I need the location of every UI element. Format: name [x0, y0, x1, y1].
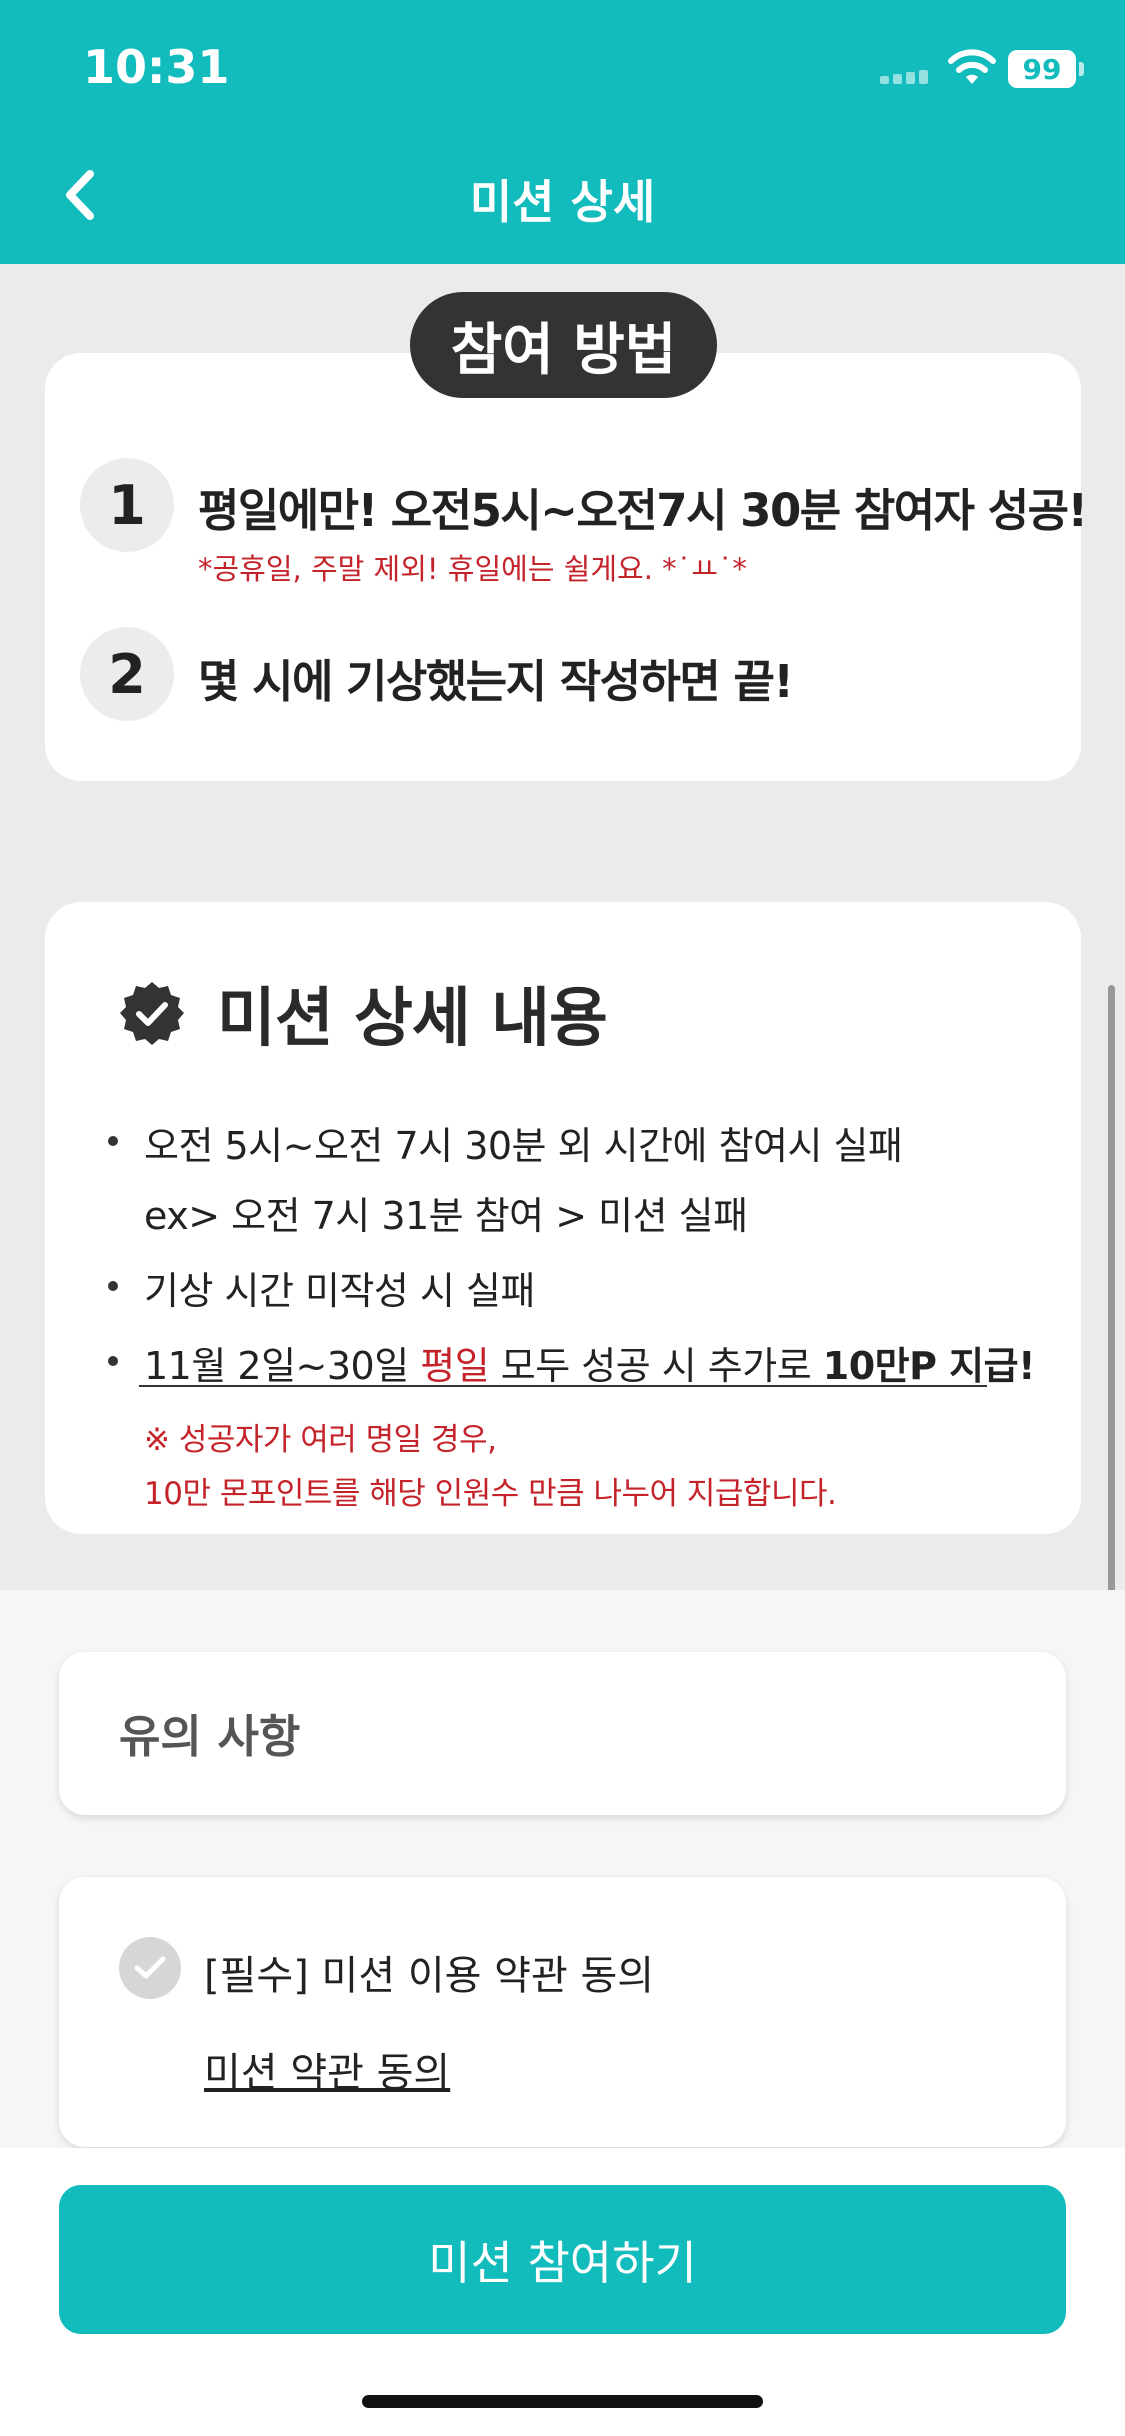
step-text-1: 평일에만! 오전5시~오전7시 30분 참여자 성공!	[198, 484, 1088, 537]
bullet-dot	[108, 1281, 118, 1291]
warning-line-2: 10만 몬포인트를 해당 인원수 만큼 나누어 지급합니다.	[144, 1476, 837, 1512]
detail-bullet-3-part2: 모두 성공 시 추가로	[489, 1344, 823, 1388]
step-text-2: 몇 시에 기상했는지 작성하면 끝!	[198, 655, 794, 708]
agree-checkbox[interactable]	[119, 1937, 181, 1999]
agreement-card	[59, 1877, 1066, 2147]
bullet-dot	[108, 1136, 118, 1146]
step-note-1: *공휴일, 주말 제외! 휴일에는 쉴게요. *˙ㅛ˙*	[198, 552, 747, 586]
page-title: 미션 상세	[469, 175, 656, 229]
wifi-icon	[948, 49, 996, 84]
step-number-1: 1	[80, 458, 174, 552]
detail-bullet-1: 오전 5시~오전 7시 30분 외 시간에 참여시 실패	[144, 1124, 903, 1168]
status-time: 10:31	[83, 40, 230, 94]
detail-bullet-3: 11월 2일~30일 평일 모두 성공 시 추가로 10만P 지급!	[144, 1335, 1035, 1390]
home-indicator	[362, 2395, 763, 2408]
join-mission-button[interactable]: 미션 참여하기	[59, 2185, 1066, 2334]
details-title: 미션 상세 내용	[217, 982, 608, 1056]
check-icon	[134, 1956, 166, 1979]
signal-icon	[880, 66, 935, 84]
verified-badge-icon	[120, 982, 184, 1045]
detail-bullet-2: 기상 시간 미작성 시 실패	[144, 1269, 535, 1313]
agree-label[interactable]: [필수] 미션 이용 약관 동의	[204, 1943, 654, 2001]
header: 10:31 99 미션 상세	[0, 0, 1125, 264]
battery-tip	[1079, 62, 1084, 76]
warning-line-1: ※ 성공자가 여러 명일 경우,	[144, 1422, 497, 1458]
step-number-2: 2	[80, 627, 174, 721]
battery-icon: 99	[1008, 50, 1076, 88]
terms-link[interactable]: 미션 약관 동의	[204, 2040, 450, 2098]
detail-bullet-3-reward: 10만P 지급!	[822, 1344, 1036, 1388]
detail-bullet-3-part1: 11월 2일~30일	[144, 1344, 421, 1388]
method-label: 참여 방법	[410, 292, 717, 398]
bullet-underline	[139, 1385, 987, 1387]
bullet-dot	[108, 1356, 118, 1366]
detail-bullet-3-highlight: 평일	[420, 1344, 490, 1388]
notice-title: 유의 사항	[119, 1710, 301, 1763]
detail-bullet-1-example: ex> 오전 7시 31분 참여 > 미션 실패	[144, 1194, 748, 1238]
